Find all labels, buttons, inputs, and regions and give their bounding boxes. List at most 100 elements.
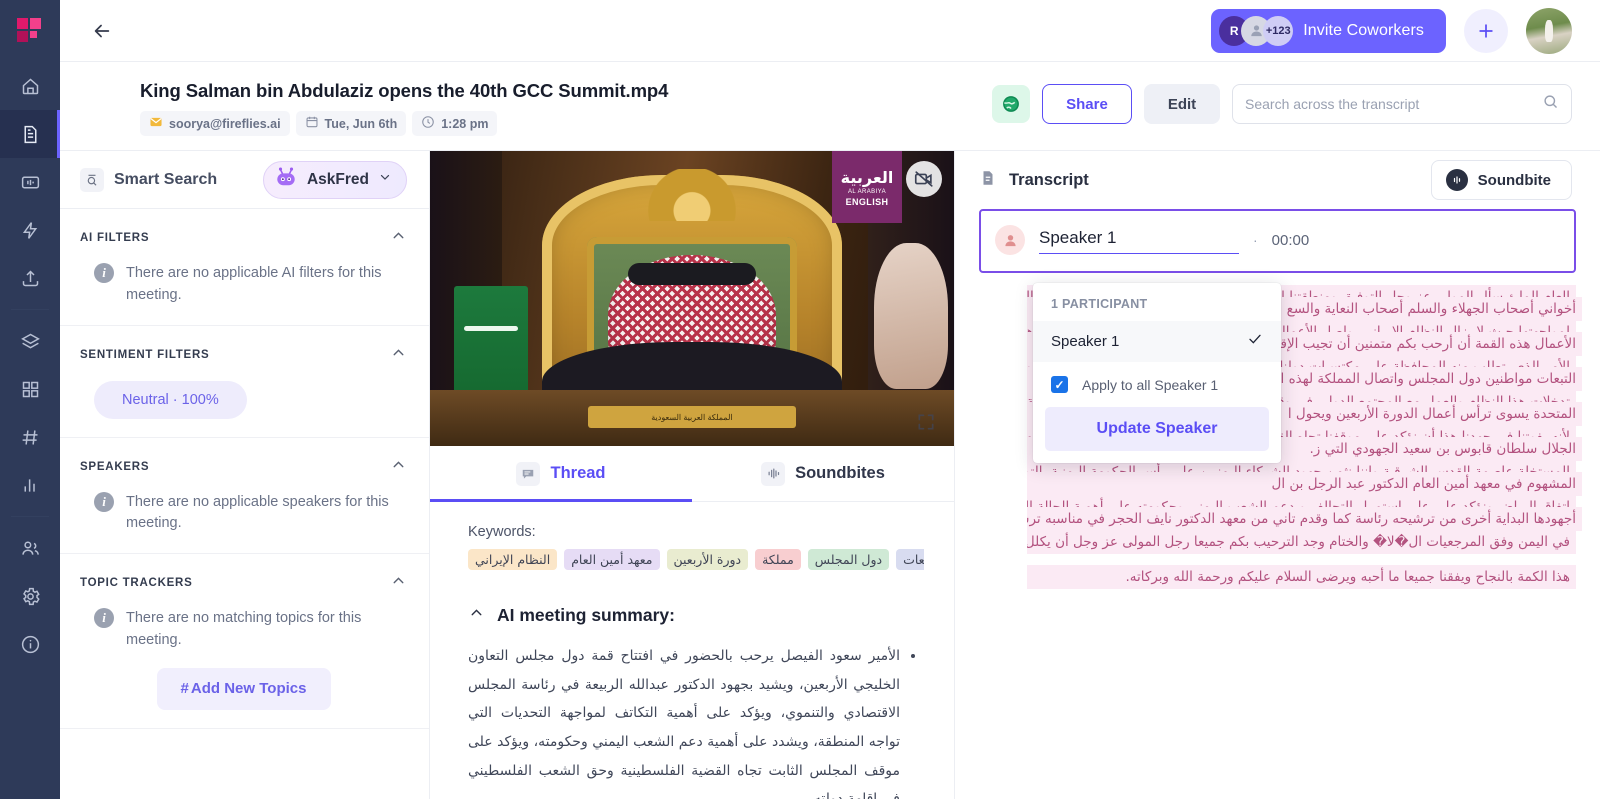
meeting-header: King Salman bin Abdulaziz opens the 40th… bbox=[60, 62, 1600, 151]
askfred-dropdown[interactable]: AskFred bbox=[262, 160, 407, 199]
soundbites-icon[interactable] bbox=[0, 158, 60, 206]
meeting-meta-row: soorya@fireflies.ai Tue, Jun 6th 1:28 pm bbox=[140, 111, 992, 136]
settings-icon[interactable] bbox=[0, 572, 60, 620]
channels-icon[interactable] bbox=[0, 317, 60, 365]
transcript-panel: Transcript Soundbite Speaker 1 · 00:00 1… bbox=[955, 151, 1600, 799]
help-icon[interactable] bbox=[0, 620, 60, 668]
filter-empty-state: i There are no matching topics for this … bbox=[80, 608, 407, 652]
update-speaker-button[interactable]: Update Speaker bbox=[1045, 407, 1269, 451]
back-button[interactable] bbox=[84, 13, 120, 49]
transcript-line[interactable]: أجهودها البداية أخرى من ترشيحه رئاسة كما… bbox=[1027, 507, 1582, 531]
add-new-topics-button[interactable]: # Add New Topics bbox=[156, 667, 331, 710]
invite-coworkers-button[interactable]: R +123 Invite Coworkers bbox=[1211, 8, 1446, 53]
keyword-chip[interactable]: مملكة bbox=[755, 549, 801, 570]
speaker-edit-block[interactable]: · 00:00 1 PARTICIPANT Speaker 1 bbox=[979, 209, 1576, 463]
analytics-icon[interactable] bbox=[0, 461, 60, 509]
speaker-timestamp[interactable]: 00:00 bbox=[1272, 232, 1310, 249]
smart-search-button[interactable]: Smart Search bbox=[80, 167, 217, 192]
app-root: R +123 Invite Coworkers King Salman bin … bbox=[0, 0, 1600, 799]
transcript-label: Transcript bbox=[1009, 170, 1089, 189]
popover-participants-title: 1 PARTICIPANT bbox=[1051, 297, 1148, 311]
ai-summary-header[interactable]: AI meeting summary: bbox=[468, 604, 924, 626]
search-icon bbox=[1542, 93, 1559, 115]
home-icon[interactable] bbox=[0, 62, 60, 110]
video-flag bbox=[454, 286, 528, 404]
filter-section-header[interactable]: AI FILTERS bbox=[80, 227, 407, 249]
filter-section-ai-filters: AI FILTERS i There are no applicable AI … bbox=[60, 209, 429, 326]
team-icon[interactable] bbox=[0, 524, 60, 572]
media-notes-column: المملكة العربية السعودية العربية AL ARAB… bbox=[430, 151, 955, 799]
channel-logo: العربية AL ARABIYA ENGLISH bbox=[832, 151, 902, 223]
owner-email: soorya@fireflies.ai bbox=[169, 116, 281, 131]
filter-empty-text: There are no matching topics for this me… bbox=[126, 610, 362, 648]
fullscreen-icon[interactable] bbox=[916, 412, 936, 432]
speaker-row: · 00:00 bbox=[995, 225, 1558, 255]
ai-summary-bullet: الأمير سعود الفيصل يرحب بالحضور في افتتا… bbox=[468, 642, 900, 799]
popover-speaker-option[interactable]: Speaker 1 bbox=[1033, 321, 1281, 362]
video-player[interactable]: المملكة العربية السعودية العربية AL ARAB… bbox=[430, 151, 954, 446]
apps-icon[interactable] bbox=[0, 365, 60, 413]
filters-panel: Smart Search AskFred AI FILTERS i There … bbox=[60, 151, 430, 799]
globe-icon[interactable] bbox=[992, 85, 1030, 123]
transcript-line[interactable]: المشهوم في معهد أمين العام الدكتور عبد ا… bbox=[1027, 472, 1582, 496]
transcript-search-input[interactable] bbox=[1245, 96, 1542, 112]
keyword-chip[interactable]: أمار التبعات bbox=[896, 549, 924, 570]
filter-section-header[interactable]: TOPIC TRACKERS bbox=[80, 572, 407, 594]
keyword-chip[interactable]: معهد أمين العام bbox=[564, 549, 660, 570]
hash-icon: # bbox=[180, 680, 189, 697]
apply-to-all-row[interactable]: ✓ Apply to all Speaker 1 bbox=[1033, 362, 1281, 405]
soundbite-icon bbox=[1445, 169, 1468, 191]
chevron-up-icon[interactable] bbox=[390, 456, 407, 478]
separator-dot: · bbox=[1253, 232, 1258, 248]
add-button[interactable] bbox=[1464, 8, 1508, 53]
user-avatar[interactable] bbox=[1526, 7, 1572, 54]
transcript-line[interactable]: هذا الكمة بالنجاح ويفقنا جميعا ما أحبه و… bbox=[1027, 565, 1576, 589]
tab-soundbites-label: Soundbites bbox=[795, 464, 885, 482]
channel-logo-line1: AL ARABIYA bbox=[847, 188, 887, 195]
filter-section-title: AI FILTERS bbox=[80, 232, 150, 244]
filters-toolbar: Smart Search AskFred bbox=[60, 151, 429, 209]
camera-off-icon[interactable] bbox=[906, 161, 942, 197]
automation-icon[interactable] bbox=[0, 206, 60, 254]
sentiment-chip-neutral[interactable]: Neutral · 100% bbox=[94, 380, 247, 419]
fireflies-logo[interactable] bbox=[0, 0, 60, 62]
meeting-header-left: King Salman bin Abdulaziz opens the 40th… bbox=[140, 80, 992, 136]
meeting-actions: Share Edit bbox=[992, 80, 1572, 124]
askfred-robot-icon bbox=[274, 166, 298, 193]
keyword-chip[interactable]: دورة الأربعين bbox=[666, 549, 749, 570]
smart-search-icon bbox=[80, 167, 104, 192]
soundbite-button[interactable]: Soundbite bbox=[1430, 160, 1572, 200]
chevron-up-icon[interactable] bbox=[390, 572, 407, 594]
speaker-name-input[interactable] bbox=[1039, 226, 1239, 254]
invite-avatar-stack: R +123 bbox=[1219, 15, 1294, 46]
chevron-up-icon[interactable] bbox=[390, 344, 407, 366]
topics-icon[interactable] bbox=[0, 413, 60, 461]
tab-soundbites[interactable]: Soundbites bbox=[692, 446, 954, 501]
add-new-topics-label: Add New Topics bbox=[190, 680, 307, 697]
calendar-icon bbox=[305, 115, 319, 132]
share-button[interactable]: Share bbox=[1042, 84, 1132, 124]
info-icon: i bbox=[94, 608, 114, 628]
tab-thread[interactable]: Thread bbox=[430, 446, 692, 502]
transcript-body: · 00:00 1 PARTICIPANT Speaker 1 bbox=[955, 209, 1600, 799]
video-throne-crest bbox=[612, 169, 772, 221]
transcript-heading: Transcript bbox=[979, 169, 1089, 192]
date-chip: Tue, Jun 6th bbox=[295, 111, 407, 136]
filter-empty-state: i There are no applicable speakers for t… bbox=[80, 491, 407, 536]
checkbox-checked-icon[interactable]: ✓ bbox=[1051, 376, 1068, 393]
filter-section-sentiment-filters: SENTIMENT FILTERS Neutral · 100% bbox=[60, 326, 429, 438]
popover-speaker-label: Speaker 1 bbox=[1051, 333, 1120, 350]
edit-button[interactable]: Edit bbox=[1144, 84, 1220, 124]
chevron-up-icon[interactable] bbox=[390, 227, 407, 249]
keywords-label: Keywords: bbox=[468, 524, 536, 540]
tab-thread-label: Thread bbox=[550, 464, 606, 482]
transcript-search-box[interactable] bbox=[1232, 84, 1572, 124]
filter-section-header[interactable]: SPEAKERS bbox=[80, 456, 407, 478]
keyword-chip[interactable]: النظام الإيراني bbox=[468, 549, 558, 570]
notes-icon[interactable] bbox=[0, 110, 60, 158]
keyword-chip[interactable]: دول المجلس bbox=[807, 549, 890, 570]
transcript-lines-top-wrap: · 00:00 1 PARTICIPANT Speaker 1 bbox=[979, 209, 1582, 531]
upload-icon[interactable] bbox=[0, 254, 60, 302]
filter-section-header[interactable]: SENTIMENT FILTERS bbox=[80, 344, 407, 366]
meeting-time: 1:28 pm bbox=[441, 116, 489, 131]
